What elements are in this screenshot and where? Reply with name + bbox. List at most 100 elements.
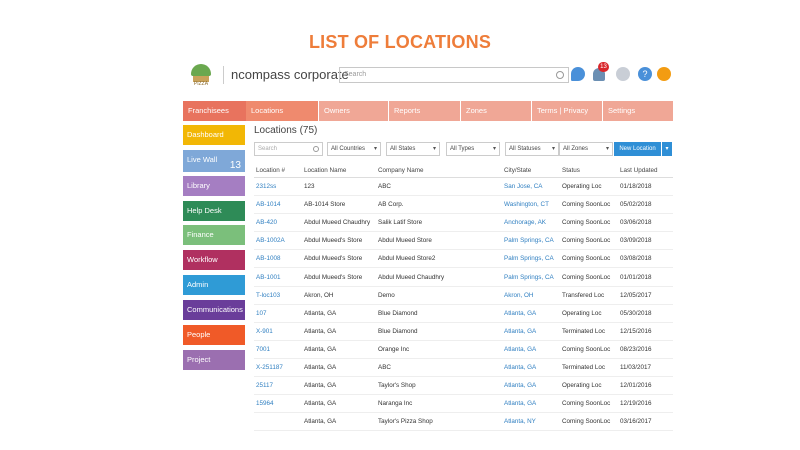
location-number-link[interactable]: 25117 xyxy=(254,376,302,396)
city-state-link[interactable]: Palm Springs, CA xyxy=(502,231,560,251)
nav-reports[interactable]: Reports xyxy=(388,101,460,121)
last-updated: 11/03/2017 xyxy=(618,358,673,378)
location-number-link[interactable]: X-251187 xyxy=(254,358,302,378)
city-state-link[interactable]: Atlanta, GA xyxy=(502,358,560,378)
table-row[interactable]: 2312ss 123 ABC San Jose, CA Operating Loc 01/… xyxy=(254,177,673,197)
location-number-link[interactable]: 107 xyxy=(254,304,302,323)
city-state-link[interactable]: Atlanta, GA xyxy=(502,322,560,341)
chevron-down-icon: ▾ xyxy=(492,146,496,152)
company-name: Orange Inc xyxy=(376,340,502,359)
sidebar-item-communications[interactable]: Communications xyxy=(183,300,245,320)
filter-statuses[interactable]: All Statuses ▾ xyxy=(505,142,559,156)
header-divider xyxy=(223,66,224,84)
table-row[interactable]: 107 Atlanta, GA Blue Diamond Atlanta, GA Ope… xyxy=(254,304,673,323)
orange-logo-icon[interactable] xyxy=(657,67,671,81)
table-row[interactable]: AB-1008 Abdul Mueed's Store Abdul Mueed St… xyxy=(254,249,673,269)
company-name: Taylor's Shop xyxy=(376,376,502,396)
nav-franchisees[interactable]: Franchisees xyxy=(183,101,246,121)
column-header-location-number[interactable]: Location # xyxy=(254,164,302,178)
chevron-down-icon: ▾ xyxy=(551,146,555,152)
table-row[interactable]: 7001 Atlanta, GA Orange Inc Atlanta, GA Comi… xyxy=(254,340,673,359)
nav-terms-privacy[interactable]: Terms | Privacy xyxy=(531,101,602,121)
location-name: Atlanta, GA xyxy=(302,394,376,414)
column-header-last-updated[interactable]: Last Updated xyxy=(618,164,673,178)
help-icon[interactable]: ? xyxy=(638,67,652,81)
table-row[interactable]: 25117 Atlanta, GA Taylor's Shop Atlanta, GA… xyxy=(254,376,673,396)
locations-table-body: 2312ss 123 ABC San Jose, CA Operating Loc 01/… xyxy=(254,177,673,432)
location-number-link[interactable]: X-901 xyxy=(254,322,302,341)
column-header-location-name[interactable]: Location Name xyxy=(302,164,376,178)
chat-icon[interactable] xyxy=(571,67,585,81)
table-row[interactable]: AB-1001 Abdul Mueed's Store Abdul Mueed Ch… xyxy=(254,267,673,287)
location-number-link[interactable]: AB-1014 xyxy=(254,195,302,215)
new-location-dropdown-button[interactable]: ▾ xyxy=(662,142,672,156)
status: Operating Loc xyxy=(560,304,618,323)
city-state-link[interactable]: Akron, OH xyxy=(502,286,560,305)
sidebar-item-admin[interactable]: Admin xyxy=(183,275,245,295)
city-state-link[interactable]: Atlanta, NY xyxy=(502,412,560,432)
sidebar-item-help-desk[interactable]: Help Desk xyxy=(183,201,245,221)
location-number-link[interactable]: AB-420 xyxy=(254,213,302,233)
new-location-button[interactable]: New Location xyxy=(614,142,661,156)
location-number-link[interactable]: 2312ss xyxy=(254,177,302,197)
sidebar-item-library[interactable]: Library xyxy=(183,176,245,196)
table-row[interactable]: T-loc103 Akron, OH Demo Akron, OH Transfered… xyxy=(254,286,673,305)
global-search-input[interactable]: Search xyxy=(339,67,569,83)
city-state-link[interactable]: Washington, CT xyxy=(502,195,560,215)
sidebar-item-dashboard[interactable]: Dashboard xyxy=(183,125,245,145)
user-avatar-icon[interactable] xyxy=(616,67,630,81)
table-row[interactable]: 15964 Atlanta, GA Naranga Inc Atlanta, GA Co… xyxy=(254,394,673,414)
sidebar-item-workflow[interactable]: Workflow xyxy=(183,250,245,270)
nav-owners[interactable]: Owners xyxy=(318,101,388,121)
column-header-status[interactable]: Status xyxy=(560,164,618,178)
city-state-link[interactable]: Palm Springs, CA xyxy=(502,267,560,287)
location-number-link[interactable]: AB-1002A xyxy=(254,231,302,251)
locations-search-input[interactable]: Search xyxy=(254,142,323,156)
search-icon xyxy=(556,71,564,79)
sidebar-item-finance[interactable]: Finance xyxy=(183,225,245,245)
nav-locations[interactable]: Locations xyxy=(246,101,318,121)
table-row[interactable]: AB-420 Abdul Mueed Chaudhry Salik Latif St… xyxy=(254,213,673,233)
city-state-link[interactable]: Anchorage, AK xyxy=(502,213,560,233)
table-row[interactable]: X-251187 Atlanta, GA ABC Atlanta, GA Termina… xyxy=(254,358,673,378)
location-number-link[interactable] xyxy=(254,412,302,432)
column-header-company-name[interactable]: Company Name xyxy=(376,164,502,178)
city-state-link[interactable]: San Jose, CA xyxy=(502,177,560,197)
filter-states[interactable]: All States ▾ xyxy=(386,142,440,156)
location-name: Abdul Mueed's Store xyxy=(302,267,376,287)
location-number-link[interactable]: 7001 xyxy=(254,340,302,359)
filter-countries[interactable]: All Countries ▾ xyxy=(327,142,381,156)
sidebar-item-live-wall[interactable]: Live Wall 13 xyxy=(183,150,245,172)
location-number-link[interactable]: AB-1001 xyxy=(254,267,302,287)
city-state-link[interactable]: Atlanta, GA xyxy=(502,376,560,396)
location-name: Atlanta, GA xyxy=(302,304,376,323)
filter-types[interactable]: All Types ▾ xyxy=(446,142,500,156)
table-row[interactable]: X-901 Atlanta, GA Blue Diamond Atlanta, GA T… xyxy=(254,322,673,341)
chevron-down-icon: ▾ xyxy=(432,146,436,152)
table-row[interactable]: Atlanta, GA Taylor's Pizza Shop Atlanta, N… xyxy=(254,412,673,432)
company-name: Salik Latif Store xyxy=(376,213,502,233)
location-number-link[interactable]: AB-1008 xyxy=(254,249,302,269)
app-header: PIZZA ncompass corporate Search 13 ? xyxy=(183,60,673,90)
last-updated: 01/01/2018 xyxy=(618,267,673,287)
company-name: ABC xyxy=(376,177,502,197)
city-state-link[interactable]: Palm Springs, CA xyxy=(502,249,560,269)
location-number-link[interactable]: 15964 xyxy=(254,394,302,414)
location-number-link[interactable]: T-loc103 xyxy=(254,286,302,305)
column-header-city-state[interactable]: City/State xyxy=(502,164,560,178)
company-name: Demo xyxy=(376,286,502,305)
notification-badge: 13 xyxy=(598,62,609,72)
sidebar-item-project[interactable]: Project xyxy=(183,350,245,370)
city-state-link[interactable]: Atlanta, GA xyxy=(502,304,560,323)
city-state-link[interactable]: Atlanta, GA xyxy=(502,340,560,359)
nav-zones[interactable]: Zones xyxy=(460,101,531,121)
brand-logo[interactable]: PIZZA xyxy=(191,64,211,87)
nav-settings[interactable]: Settings xyxy=(602,101,673,121)
city-state-link[interactable]: Atlanta, GA xyxy=(502,394,560,414)
company-name: Taylor's Pizza Shop xyxy=(376,412,502,432)
table-row[interactable]: AB-1002A Abdul Mueed's Store Abdul Mueed S… xyxy=(254,231,673,251)
table-row[interactable]: AB-1014 AB-1014 Store AB Corp. Washington, … xyxy=(254,195,673,215)
filter-zones[interactable]: All Zones ▾ xyxy=(559,142,613,156)
status: Terminated Loc xyxy=(560,358,618,378)
sidebar-item-people[interactable]: People xyxy=(183,325,245,345)
